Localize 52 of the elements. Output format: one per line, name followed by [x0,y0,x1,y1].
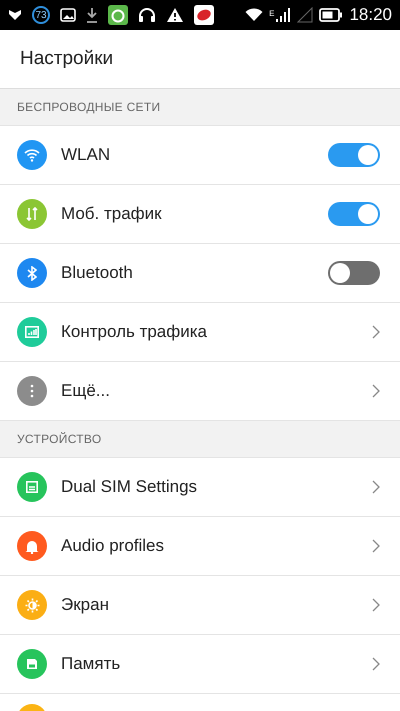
setting-label: Ещё... [61,381,110,401]
floppy-icon [26,658,38,670]
section-header: УСТРОЙСТВО [17,432,102,446]
chevron-icon [372,539,380,553]
chevron-icon [372,384,380,398]
settings-row[interactable]: Экран [0,576,400,635]
page-title: Настройки [20,48,114,70]
settings-row[interactable]: Моб. трафик [0,185,400,244]
battery-icon [319,8,344,22]
brightness-icon [24,598,40,612]
settings-row[interactable]: Bluetooth [0,244,400,303]
setting-label: WLAN [61,145,110,165]
settings-row[interactable]: Память [0,635,400,694]
arrows-icon [26,207,38,221]
notification-count: 73 [32,6,50,24]
setting-label: Audio profiles [61,536,164,556]
sim-icon [26,481,38,493]
bell-icon [25,538,39,554]
setting-label: Моб. трафик [61,204,162,224]
chevron-icon [372,480,380,494]
toggle-switch[interactable] [328,202,380,226]
settings-row[interactable]: Dual SIM Settings [0,458,400,517]
section-header: БЕСПРОВОДНЫЕ СЕТИ [17,100,160,114]
wifi-icon [24,148,40,162]
shield-icon [8,9,22,21]
signal-icon [297,7,314,23]
headphones-icon [138,7,156,23]
toggle-switch[interactable] [328,143,380,167]
chevron-icon [372,657,380,671]
setting-label: Dual SIM Settings [61,477,198,497]
toggle-switch[interactable] [328,261,380,285]
settings-row[interactable]: Контроль трафика [0,303,400,362]
settings-row[interactable]: WLAN [0,126,400,185]
wifi-icon [245,8,264,22]
setting-label: Экран [61,595,109,615]
chevron-icon [372,325,380,339]
warning-icon [166,7,184,23]
chevron-icon [372,598,380,612]
bluetooth-icon [27,266,37,280]
download-icon [86,7,98,23]
setting-label: Bluetooth [61,263,133,283]
app-icon [194,5,214,25]
more-icon [30,384,34,398]
clock: 18:20 [349,5,392,25]
network-type: E [269,9,274,18]
chart-icon [25,326,39,338]
signal-icon [275,7,292,23]
image-icon [60,8,76,22]
setting-label: Контроль трафика [61,322,208,342]
app-icon [108,5,128,25]
settings-row[interactable]: Audio profiles [0,517,400,576]
setting-label: Память [61,654,120,674]
